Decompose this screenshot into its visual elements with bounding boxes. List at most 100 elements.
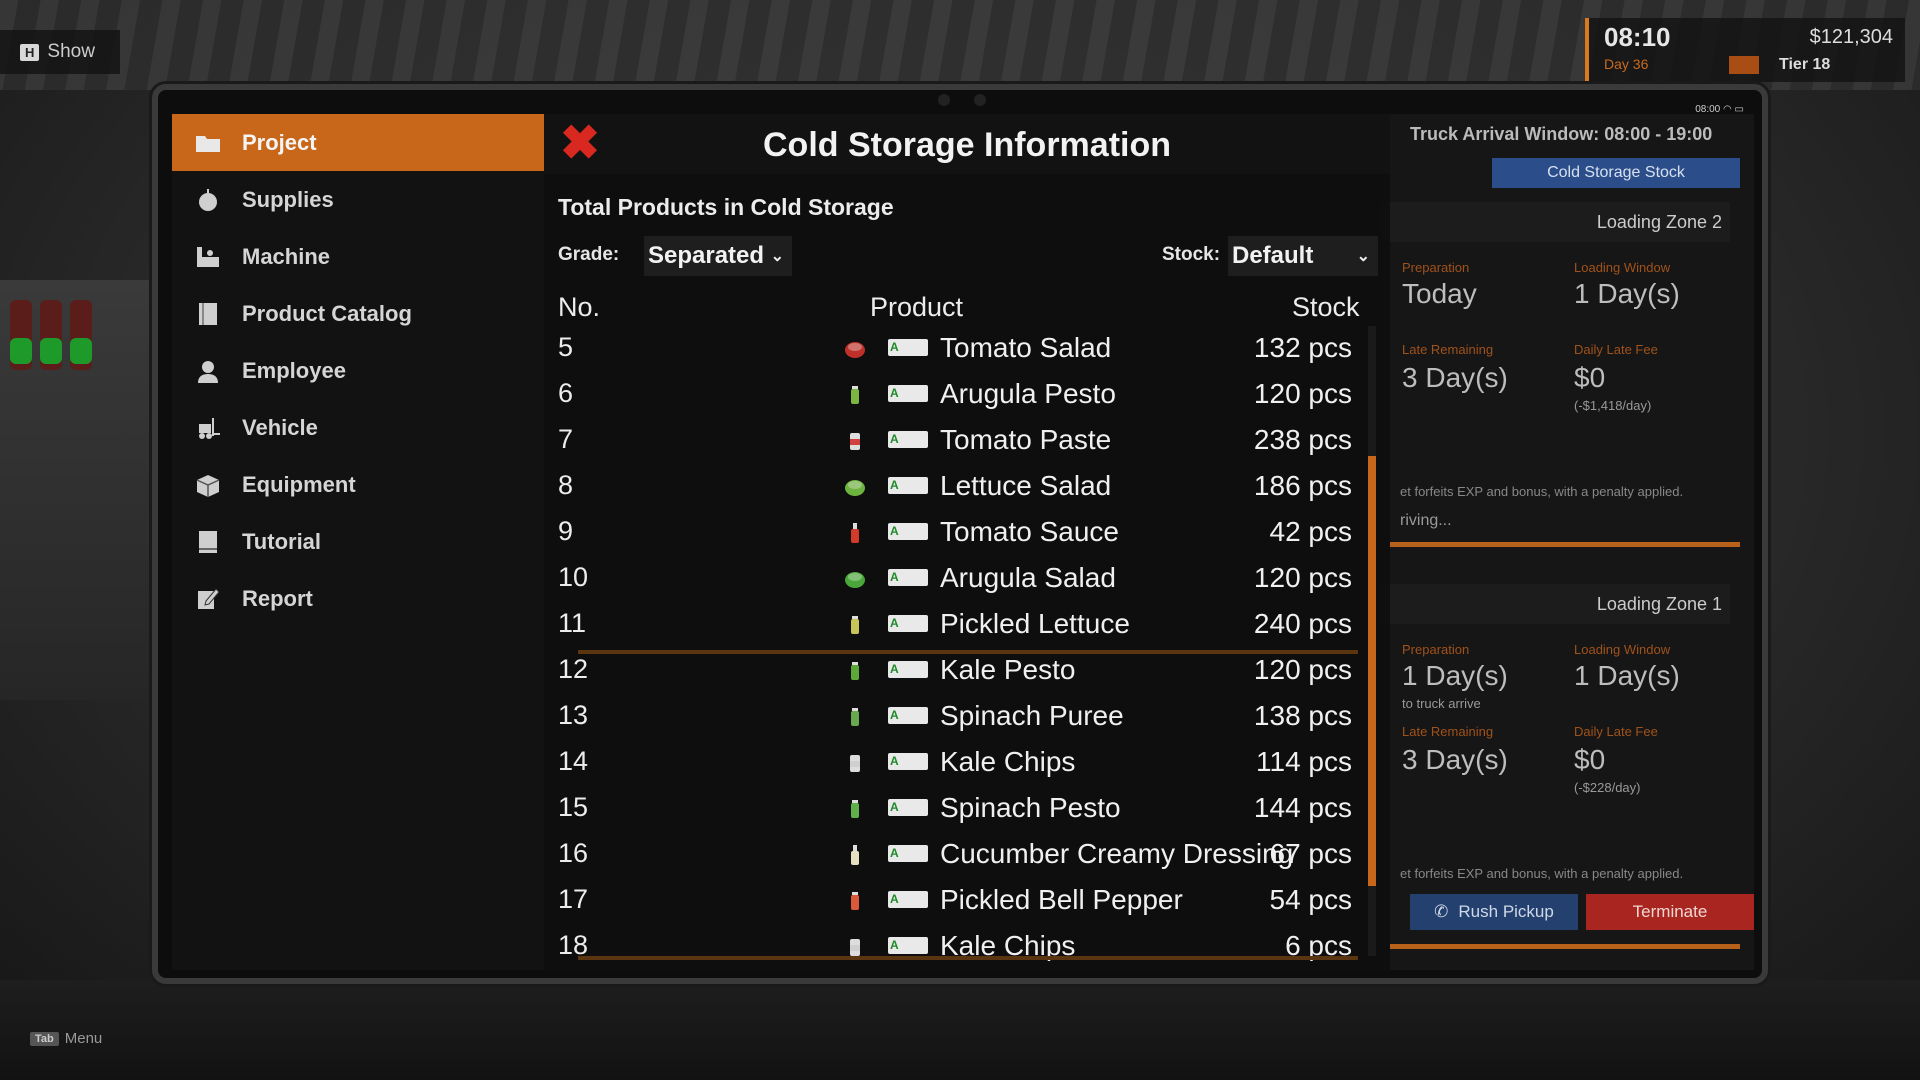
total-products-heading: Total Products in Cold Storage <box>558 194 894 220</box>
hotkey-tab: Tab <box>30 1031 59 1046</box>
modal-title: Cold Storage Information <box>763 126 1171 164</box>
table-row[interactable]: 9 A Tomato Sauce 42 pcs <box>544 510 1364 556</box>
table-row[interactable]: 7 A Tomato Paste 238 pcs <box>544 418 1364 464</box>
box-icon <box>194 473 222 497</box>
daily-late-fee-sub: (-$228/day) <box>1574 780 1641 795</box>
stock-count: 54 pcs <box>1269 884 1353 915</box>
row-number: 17 <box>558 884 589 914</box>
product-name: Pickled Bell Pepper <box>940 884 1183 915</box>
truck-status: riving... <box>1400 512 1452 529</box>
apple-icon <box>194 188 222 212</box>
table-row[interactable]: 10 A Arugula Salad 120 pcs <box>544 556 1364 602</box>
sidebar-item-machine[interactable]: Machine <box>172 228 544 285</box>
camera-dot <box>938 94 950 106</box>
terminate-button[interactable]: Terminate <box>1586 894 1754 930</box>
loading-zone-1: Loading Zone 1 Preparation 1 Day(s) to t… <box>1380 584 1754 954</box>
table-row[interactable]: 8 A Lettuce Salad 186 pcs <box>544 464 1364 510</box>
cold-storage-modal: ✖ Cold Storage Information Total Product… <box>544 114 1390 970</box>
scrollbar-thumb[interactable] <box>1368 456 1376 886</box>
hud-day: Day 36 <box>1604 56 1649 72</box>
late-remaining-label: Late Remaining <box>1402 724 1494 739</box>
salad-bowl-icon <box>844 476 866 498</box>
bag-icon <box>844 936 866 958</box>
sidebar-item-project[interactable]: Project <box>172 114 544 171</box>
grade-badge: A <box>888 339 928 356</box>
table-row[interactable]: 17 A Pickled Bell Pepper 54 pcs <box>544 878 1364 924</box>
daily-late-fee-sub: (-$1,418/day) <box>1574 398 1652 413</box>
stock-count: 132 pcs <box>1253 332 1352 363</box>
daily-late-fee-value: $0 <box>1574 744 1606 775</box>
table-row[interactable]: 12 A Kale Pesto 120 pcs <box>544 648 1364 694</box>
table-row[interactable]: 14 A Kale Chips 114 pcs <box>544 740 1364 786</box>
jar-icon <box>844 798 866 820</box>
grade-badge: A <box>888 937 928 954</box>
table-row[interactable]: 15 A Spinach Pesto 144 pcs <box>544 786 1364 832</box>
grade-letter: A <box>890 386 899 400</box>
table-row[interactable]: 11 A Pickled Lettuce 240 pcs <box>544 602 1364 648</box>
sidebar-item-label: Report <box>242 585 313 611</box>
signal-lamp <box>70 338 92 364</box>
preparation-label: Preparation <box>1402 260 1470 275</box>
sidebar-item-label: Employee <box>242 357 346 383</box>
grade-badge: A <box>888 753 928 770</box>
sidebar-item-product-catalog[interactable]: Product Catalog <box>172 285 544 342</box>
grade-letter: A <box>890 708 899 722</box>
loading-zones-panel: Truck Arrival Window: 08:00 - 19:00 Cold… <box>1380 114 1754 970</box>
grade-badge: A <box>888 385 928 402</box>
cold-storage-stock-button[interactable]: Cold Storage Stock <box>1492 158 1740 188</box>
sidebar-item-equipment[interactable]: Equipment <box>172 456 544 513</box>
product-name: Spinach Puree <box>940 700 1124 731</box>
loading-zone-2: Loading Zone 2 Preparation Today Loading… <box>1380 202 1740 572</box>
row-number: 6 <box>558 378 574 408</box>
late-remaining-value: 3 Day(s) <box>1402 362 1508 393</box>
machine-icon <box>194 245 222 269</box>
product-name: Arugula Pesto <box>940 378 1116 409</box>
chevron-down-icon: ⌄ <box>1356 248 1370 265</box>
phone-icon: ✆ <box>1434 902 1449 921</box>
daily-late-fee-value: $0 <box>1574 362 1606 393</box>
grade-badge: A <box>888 661 928 678</box>
sidebar-item-label: Product Catalog <box>242 300 412 326</box>
sidebar-item-label: Tutorial <box>242 528 322 554</box>
stock-select[interactable]: Default ⌄ <box>1228 236 1378 276</box>
sidebar-item-employee[interactable]: Employee <box>172 342 544 399</box>
grade-badge: A <box>888 523 928 540</box>
sidebar-item-vehicle[interactable]: Vehicle <box>172 399 544 456</box>
bottle-icon <box>844 844 866 866</box>
jar-icon <box>844 614 866 636</box>
preparation-label: Preparation <box>1402 642 1470 657</box>
sidebar-item-tutorial[interactable]: Tutorial <box>172 513 544 570</box>
table-row[interactable]: 16 A Cucumber Creamy Dressing 67 pcs <box>544 832 1364 878</box>
sidebar-item-report[interactable]: Report <box>172 570 544 627</box>
scrollbar-track[interactable] <box>1368 326 1376 956</box>
table-row[interactable]: 6 A Arugula Pesto 120 pcs <box>544 372 1364 418</box>
product-name: Arugula Salad <box>940 562 1116 593</box>
stock-count: 138 pcs <box>1253 700 1352 731</box>
camera-dot <box>974 94 986 106</box>
penalty-note: et forfeits EXP and bonus, with a penalt… <box>1400 866 1684 881</box>
stock-count: 114 pcs <box>1256 746 1352 777</box>
sidebar: Project Supplies Machine Product Catalog… <box>172 114 544 970</box>
bag-icon <box>844 752 866 774</box>
grade-badge: A <box>888 477 928 494</box>
tier-badge <box>1729 56 1759 74</box>
hud-time: 08:10 <box>1604 22 1671 52</box>
grade-badge: A <box>888 845 928 862</box>
jar-icon <box>844 660 866 682</box>
person-icon <box>194 359 222 383</box>
sidebar-item-supplies[interactable]: Supplies <box>172 171 544 228</box>
stock-count: 42 pcs <box>1269 516 1353 547</box>
show-toggle-button[interactable]: H Show <box>0 30 120 74</box>
loading-window-label: Loading Window <box>1574 260 1671 275</box>
table-row[interactable]: 13 A Spinach Puree 138 pcs <box>544 694 1364 740</box>
row-number: 10 <box>558 562 589 592</box>
column-header-stock: Stock <box>1292 292 1360 322</box>
rush-pickup-button[interactable]: ✆ Rush Pickup <box>1410 894 1578 930</box>
table-row[interactable]: 5 A Tomato Salad 132 pcs <box>544 326 1364 372</box>
grade-letter: A <box>890 570 899 584</box>
preparation-value: 1 Day(s) <box>1402 660 1508 691</box>
signal-lamp <box>10 338 32 364</box>
column-header-no: No. <box>558 292 601 322</box>
grade-select[interactable]: Separated ⌄ <box>644 236 792 276</box>
grade-letter: A <box>890 938 899 952</box>
